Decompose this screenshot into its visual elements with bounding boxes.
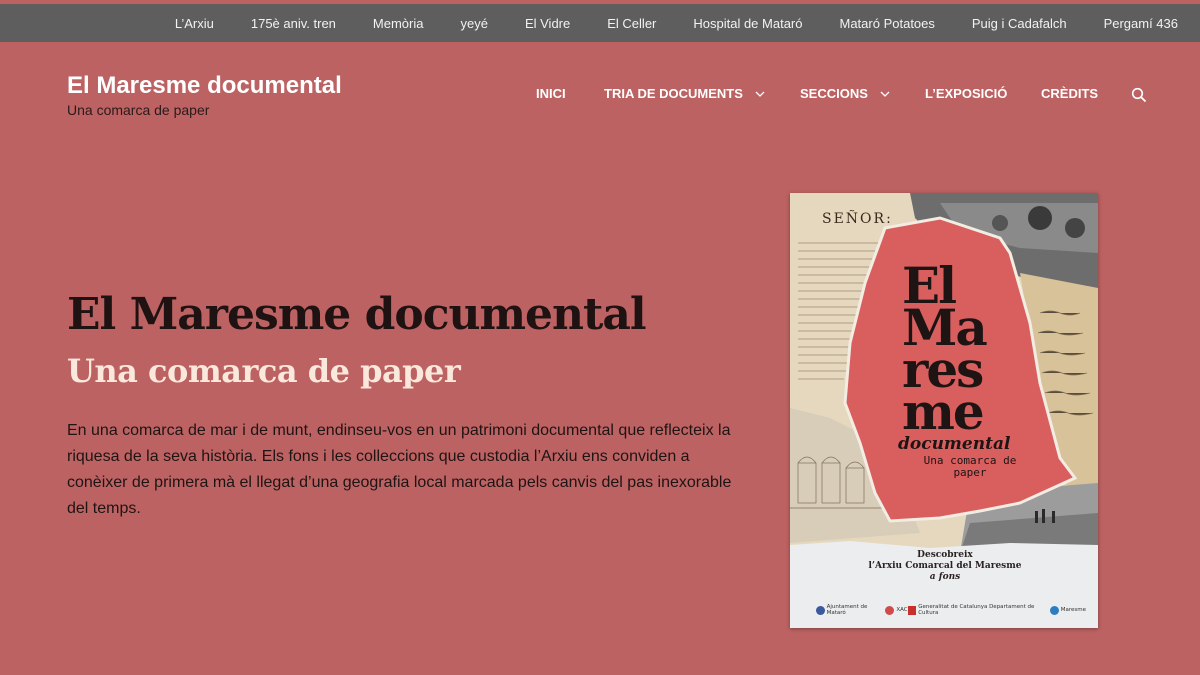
poster-documental: documental (898, 434, 1011, 454)
logo-xac: XAC (885, 605, 908, 615)
main-navigation: INICI TRIA DE DOCUMENTS SECCIONS L’EXPOS… (0, 86, 1200, 106)
logo-generalitat: Generalitat de Catalunya Departament de … (907, 604, 1050, 616)
poster-subtitle: Una comarca de paper (923, 454, 1017, 479)
top-links: L’Arxiu 175è aniv. tren Memòria yeyé El … (138, 4, 1178, 42)
top-bar: L’Arxiu 175è aniv. tren Memòria yeyé El … (0, 4, 1200, 42)
search-icon[interactable] (1131, 87, 1147, 103)
nav-item-label: INICI (536, 86, 566, 101)
exhibition-poster: SEÑOR: El Ma res me documental Una comar… (790, 193, 1098, 628)
top-link-yeye[interactable]: yeyé (460, 16, 487, 31)
top-link-puig-cadafalch[interactable]: Puig i Cadafalch (972, 16, 1067, 31)
poster-logos: Ajuntament de Mataró XAC Generalitat de … (816, 603, 1086, 617)
top-link-mataro-potatoes[interactable]: Mataró Potatoes (840, 16, 935, 31)
logo-maresme: Maresme (1049, 605, 1086, 615)
poster-title-line: me (902, 382, 985, 441)
nav-item-label: CRÈDITS (1041, 86, 1099, 101)
poster-manuscript-text: SEÑOR: (822, 211, 893, 227)
top-link-memoria[interactable]: Memòria (373, 16, 424, 31)
top-link-el-celler[interactable]: El Celler (607, 16, 656, 31)
nav-item-exposicio[interactable]: L’EXPOSICIÓ (925, 86, 1007, 101)
hero-subtitle: Una comarca de paper (67, 352, 461, 390)
top-link-pergami-436[interactable]: Pergamí 436 (1104, 16, 1178, 31)
nav-item-seccions[interactable]: SECCIONS (800, 86, 890, 101)
chevron-down-icon (755, 91, 765, 97)
nav-item-label: SECCIONS (800, 86, 868, 101)
top-link-175-aniv-tren[interactable]: 175è aniv. tren (251, 16, 336, 31)
hero-title: El Maresme documental (67, 289, 647, 340)
logo-ajuntament-mataro: Ajuntament de Mataró (816, 604, 885, 616)
top-link-el-vidre[interactable]: El Vidre (525, 16, 570, 31)
poster-desc-line: l’Arxiu Comarcal del Maresme (868, 561, 1022, 571)
chevron-down-icon (880, 91, 890, 97)
poster-description: Descobreix l’Arxiu Comarcal del Maresme … (830, 550, 1060, 583)
poster-desc-line: Descobreix (917, 550, 973, 560)
poster-desc-line: a fons (929, 572, 961, 582)
poster-title: El Ma res me (902, 261, 988, 441)
nav-item-credits[interactable]: CRÈDITS (1041, 86, 1098, 101)
nav-item-label: TRIA DE DOCUMENTS (604, 86, 743, 101)
nav-item-label: L’EXPOSICIÓ (925, 86, 1008, 101)
hero-description: En una comarca de mar i de munt, endinse… (67, 422, 732, 517)
top-link-hospital-mataro[interactable]: Hospital de Mataró (693, 16, 802, 31)
nav-item-inici[interactable]: INICI (536, 86, 566, 101)
nav-item-tria-de-documents[interactable]: TRIA DE DOCUMENTS (604, 86, 765, 101)
top-link-arxiu[interactable]: L’Arxiu (175, 16, 214, 31)
